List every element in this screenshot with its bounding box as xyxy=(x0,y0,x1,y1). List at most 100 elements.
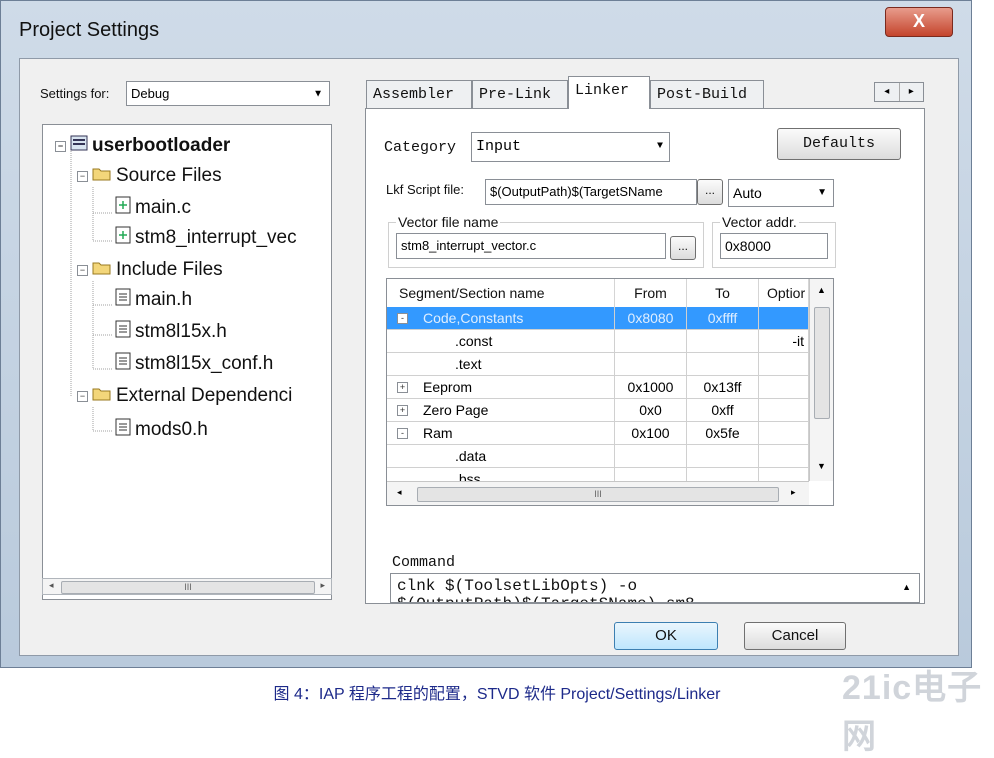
settings-for-label: Settings for: xyxy=(40,86,110,101)
table-row[interactable]: - Code,Constants 0x8080 0xffff xyxy=(387,307,809,330)
options-cell: -it xyxy=(759,330,809,353)
table-row[interactable]: + Zero Page 0x0 0xff xyxy=(387,399,809,422)
vector-addr-field[interactable]: 0x8000 xyxy=(720,233,828,259)
scroll-right-icon[interactable]: ▸ xyxy=(320,580,325,591)
table-horizontal-scrollbar[interactable]: ◂ III ▸ xyxy=(387,481,809,505)
tree-item-source-files[interactable]: − Source Files xyxy=(77,163,222,189)
expand-icon[interactable]: + xyxy=(397,405,408,416)
table-row[interactable]: .const -it xyxy=(387,330,809,353)
tab-post-build[interactable]: Post-Build xyxy=(650,80,764,108)
lkf-browse-button[interactable]: ... xyxy=(697,179,723,205)
scrollbar-thumb[interactable] xyxy=(814,307,830,419)
tab-scroll-buttons: ◂ ▸ xyxy=(874,82,924,102)
scroll-up-icon[interactable]: ▲ xyxy=(817,285,826,295)
scroll-up-icon[interactable]: ▲ xyxy=(902,582,911,592)
command-textarea[interactable]: clnk $(ToolsetLibOpts) -o $(OutputPath)$… xyxy=(390,573,920,603)
options-cell xyxy=(759,376,809,399)
from-cell: 0x1000 xyxy=(615,376,687,399)
tree-label: stm8_interrupt_vec xyxy=(135,227,297,248)
title-bar[interactable]: Project Settings X xyxy=(1,1,971,45)
vector-file-browse-button[interactable]: ... xyxy=(670,236,696,260)
table-row[interactable]: - Ram 0x100 0x5fe xyxy=(387,422,809,445)
tree-item-main-h[interactable]: main.h xyxy=(115,287,192,313)
options-cell xyxy=(759,307,809,330)
project-tree[interactable]: − userbootloader − Source Files main.c s… xyxy=(42,124,332,600)
collapse-icon[interactable]: - xyxy=(397,313,408,324)
table-row[interactable]: .data xyxy=(387,445,809,468)
column-header-to[interactable]: To xyxy=(687,279,759,307)
chevron-down-icon: ▼ xyxy=(313,88,323,99)
scroll-down-icon[interactable]: ▼ xyxy=(817,461,826,471)
ok-button[interactable]: OK xyxy=(614,622,718,650)
from-cell: 0x100 xyxy=(615,422,687,445)
close-button[interactable]: X xyxy=(885,7,953,37)
table-row[interactable]: + Eeprom 0x1000 0x13ff xyxy=(387,376,809,399)
chevron-down-icon: ▼ xyxy=(817,187,827,198)
collapse-icon[interactable]: − xyxy=(77,170,88,182)
tree-label: main.c xyxy=(135,197,191,218)
segment-table[interactable]: Segment/Section name From To Optior - Cod… xyxy=(386,278,834,506)
column-header-options[interactable]: Optior xyxy=(759,279,809,307)
scroll-right-icon[interactable]: ▸ xyxy=(791,487,796,498)
to-cell xyxy=(687,330,759,353)
segment-name-cell: .text xyxy=(387,353,615,376)
tab-assembler[interactable]: Assembler xyxy=(366,80,472,108)
collapse-icon[interactable]: − xyxy=(77,390,88,402)
lkf-mode-value: Auto xyxy=(733,185,762,201)
expand-icon[interactable]: + xyxy=(397,382,408,393)
tree-item-include-files[interactable]: − Include Files xyxy=(77,257,223,283)
to-cell: 0xff xyxy=(687,399,759,422)
tab-pre-link[interactable]: Pre-Link xyxy=(472,80,568,108)
lkf-script-field[interactable]: $(OutputPath)$(TargetSName xyxy=(485,179,697,205)
tree-item-external-dependencies[interactable]: − External Dependenci xyxy=(77,383,292,409)
table-vertical-scrollbar[interactable]: ▲ ▼ xyxy=(809,279,833,481)
tree-item-stm8l15x-h[interactable]: stm8l15x.h xyxy=(115,319,227,345)
settings-for-dropdown[interactable]: Debug ▼ xyxy=(126,81,330,106)
tab-scroll-left-icon[interactable]: ◂ xyxy=(875,83,900,101)
column-header-from[interactable]: From xyxy=(615,279,687,307)
window-title: Project Settings xyxy=(19,19,160,41)
tree-label: Include Files xyxy=(116,259,223,280)
scroll-left-icon[interactable]: ◂ xyxy=(397,487,402,498)
to-cell: 0x13ff xyxy=(687,376,759,399)
source-file-icon xyxy=(115,226,131,250)
scrollbar-thumb[interactable]: III xyxy=(61,581,315,594)
category-value: Input xyxy=(476,138,522,155)
scrollbar-thumb[interactable]: III xyxy=(417,487,779,502)
tree-item-main-c[interactable]: main.c xyxy=(115,195,191,221)
tree-label: stm8l15x_conf.h xyxy=(135,353,274,374)
folder-open-icon xyxy=(92,259,112,281)
tree-item-mods0-h[interactable]: mods0.h xyxy=(115,417,208,443)
tab-linker[interactable]: Linker xyxy=(568,76,650,109)
collapse-icon[interactable]: - xyxy=(397,428,408,439)
segment-name-cell: - Code,Constants xyxy=(387,307,615,330)
tree-item-stm8l15x-conf-h[interactable]: stm8l15x_conf.h xyxy=(115,351,273,377)
folder-open-icon xyxy=(92,165,112,187)
from-cell: 0x8080 xyxy=(615,307,687,330)
segment-name-cell: + Zero Page xyxy=(387,399,615,422)
segment-name-cell: .const xyxy=(387,330,615,353)
lkf-mode-dropdown[interactable]: Auto ▼ xyxy=(728,179,834,207)
command-line-1: clnk $(ToolsetLibOpts) -o xyxy=(397,577,638,595)
table-row[interactable]: .text xyxy=(387,353,809,376)
column-header-segment[interactable]: Segment/Section name xyxy=(387,279,615,307)
category-dropdown[interactable]: Input ▼ xyxy=(471,132,670,162)
tree-item-root[interactable]: − userbootloader xyxy=(55,133,230,159)
segment-name-cell: + Eeprom xyxy=(387,376,615,399)
tree-label: main.h xyxy=(135,289,193,310)
project-icon xyxy=(70,135,88,157)
cancel-button[interactable]: Cancel xyxy=(744,622,846,650)
options-cell xyxy=(759,445,809,468)
from-cell: 0x0 xyxy=(615,399,687,422)
tree-item-stm8-interrupt[interactable]: stm8_interrupt_vec xyxy=(115,225,297,251)
segment-name-cell: .data xyxy=(387,445,615,468)
scroll-left-icon[interactable]: ◂ xyxy=(49,580,54,591)
vector-file-field[interactable]: stm8_interrupt_vector.c xyxy=(396,233,666,259)
lkf-script-label: Lkf Script file: xyxy=(386,182,465,197)
tree-horizontal-scrollbar[interactable]: ◂ III ▸ xyxy=(42,578,332,595)
collapse-icon[interactable]: − xyxy=(55,140,66,152)
tab-scroll-right-icon[interactable]: ▸ xyxy=(900,83,924,101)
tree-label: Source Files xyxy=(116,165,222,186)
defaults-button[interactable]: Defaults xyxy=(777,128,901,160)
collapse-icon[interactable]: − xyxy=(77,264,88,276)
